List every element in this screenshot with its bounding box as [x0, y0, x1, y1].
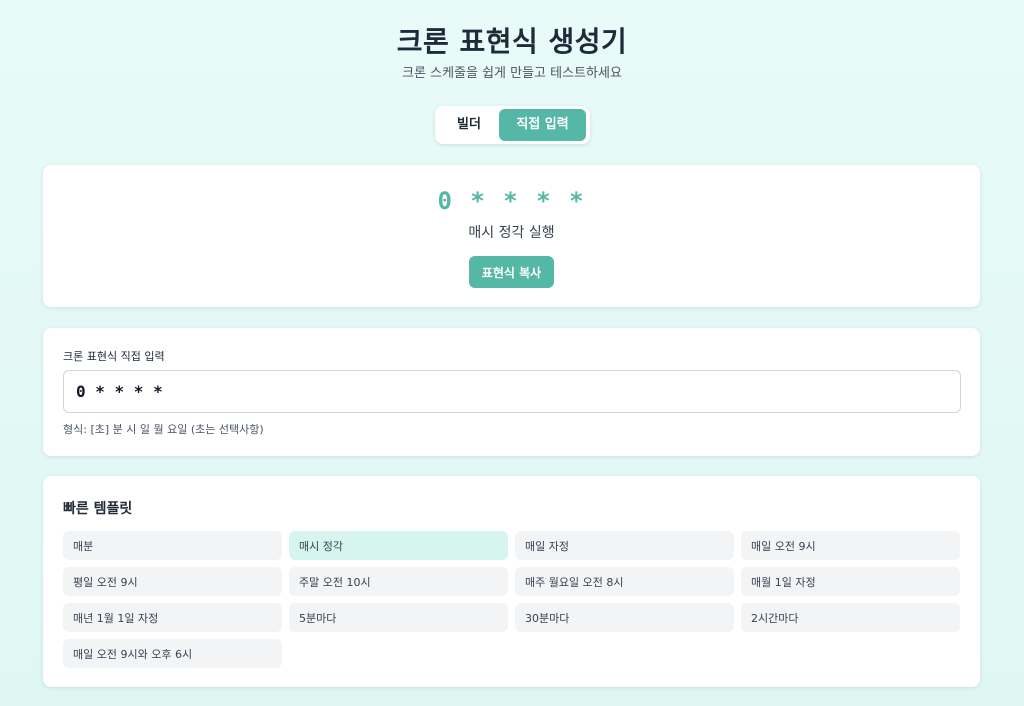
template-button[interactable]: 주말 오전 10시 [289, 567, 508, 596]
template-button[interactable]: 매일 오전 9시 [741, 531, 960, 560]
cron-input-label: 크론 표현식 직접 입력 [63, 350, 165, 363]
cron-expression-display: 0 * * * * [437, 187, 586, 215]
quick-templates-card: 빠른 템플릿 매분 매시 정각 매일 자정 매일 오전 9시평일 오전 9시 주말 오전… [43, 476, 980, 687]
template-button[interactable]: 매일 오전 9시와 오후 6시 [63, 639, 282, 668]
builder-tab[interactable]: 빌더 [439, 109, 499, 141]
cron-description: 매시 정각 실행 [468, 225, 555, 241]
format-hint: 형식: [초] 분 시 일 월 요일 (초는 선택사항) [63, 423, 264, 436]
templates-title: 빠른 템플릿 [63, 501, 133, 517]
template-button[interactable]: 매주 월요일 오전 8시 [515, 567, 734, 596]
template-button[interactable]: 30분마다 [515, 603, 734, 632]
template-button[interactable]: 2시간마다 [741, 603, 960, 632]
expression-preview-card: 0 * * * * 매시 정각 실행 표현식 복사 [43, 165, 980, 307]
template-button[interactable]: 매시 정각 [289, 531, 508, 560]
page-title: 크론 표현식 생성기 [396, 25, 628, 58]
page-subtitle: 크론 스케줄을 쉽게 만들고 테스트하세요 [402, 66, 622, 81]
template-button[interactable]: 매일 자정 [515, 531, 734, 560]
template-button[interactable]: 매월 1일 자정 [741, 567, 960, 596]
template-button[interactable]: 5분마다 [289, 603, 508, 632]
template-button[interactable]: 매년 1월 1일 자정 [63, 603, 282, 632]
mode-toggle: 빌더 직접 입력 [435, 106, 590, 144]
cron-expression-input[interactable] [63, 370, 961, 413]
direct-input-card: 크론 표현식 직접 입력 형식: [초] 분 시 일 월 요일 (초는 선택사항… [43, 328, 980, 456]
template-button[interactable]: 매분 [63, 531, 282, 560]
direct-input-tab[interactable]: 직접 입력 [499, 109, 586, 141]
copy-expression-button[interactable]: 표현식 복사 [469, 256, 554, 288]
template-button[interactable]: 평일 오전 9시 [63, 567, 282, 596]
